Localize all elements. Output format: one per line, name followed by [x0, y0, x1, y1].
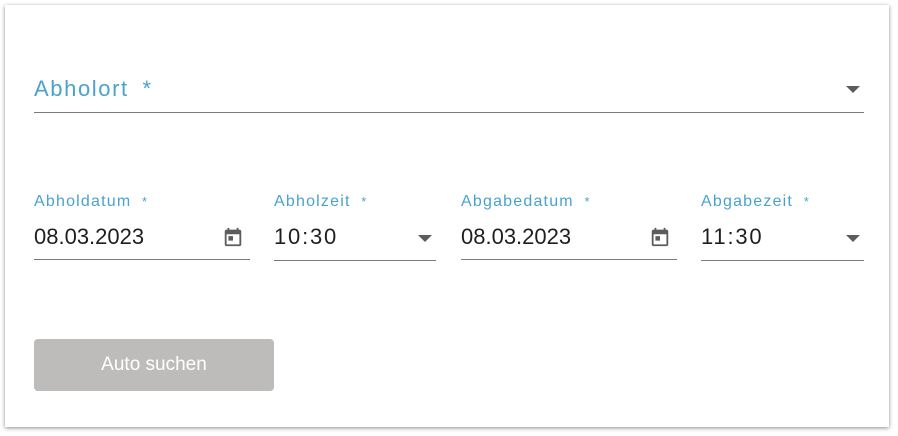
search-form-card: Abholort * Abholdatum * 08.03.2023 Abhol… — [5, 5, 889, 427]
pickup-time-label-text: Abholzeit — [274, 193, 351, 210]
return-date-value[interactable]: 08.03.2023 — [461, 224, 571, 250]
calendar-icon[interactable] — [649, 226, 671, 248]
required-mark: * — [361, 194, 368, 209]
pickup-date-field[interactable]: Abholdatum * 08.03.2023 — [34, 188, 250, 260]
pickup-location-select[interactable]: Abholort * — [34, 71, 864, 113]
pickup-date-label-text: Abholdatum — [34, 193, 132, 210]
pickup-location-label-text: Abholort — [34, 76, 129, 101]
return-date-field[interactable]: Abgabedatum * 08.03.2023 — [461, 188, 677, 260]
dropdown-arrow-icon[interactable] — [418, 235, 432, 242]
calendar-icon[interactable] — [222, 226, 244, 248]
return-time-label-text: Abgabezeit — [701, 193, 794, 210]
pickup-time-label: Abholzeit * — [274, 193, 368, 211]
required-mark: * — [142, 194, 149, 209]
pickup-location-label: Abholort * — [34, 76, 153, 102]
pickup-time-value[interactable]: 10:30 — [274, 224, 338, 250]
dropdown-arrow-icon[interactable] — [846, 235, 860, 242]
required-mark: * — [142, 76, 153, 101]
pickup-time-select[interactable]: Abholzeit * 10:30 — [274, 188, 436, 261]
pickup-date-label: Abholdatum * — [34, 193, 148, 211]
return-time-select[interactable]: Abgabezeit * 11:30 — [701, 188, 864, 261]
required-mark: * — [803, 194, 810, 209]
pickup-date-value[interactable]: 08.03.2023 — [34, 224, 144, 250]
return-date-label: Abgabedatum * — [461, 193, 591, 211]
required-mark: * — [584, 194, 591, 209]
dropdown-arrow-icon[interactable] — [846, 86, 860, 93]
return-time-label: Abgabezeit * — [701, 193, 810, 211]
return-date-label-text: Abgabedatum — [461, 193, 574, 210]
return-time-value[interactable]: 11:30 — [701, 224, 763, 250]
search-car-button[interactable]: Auto suchen — [34, 339, 274, 391]
